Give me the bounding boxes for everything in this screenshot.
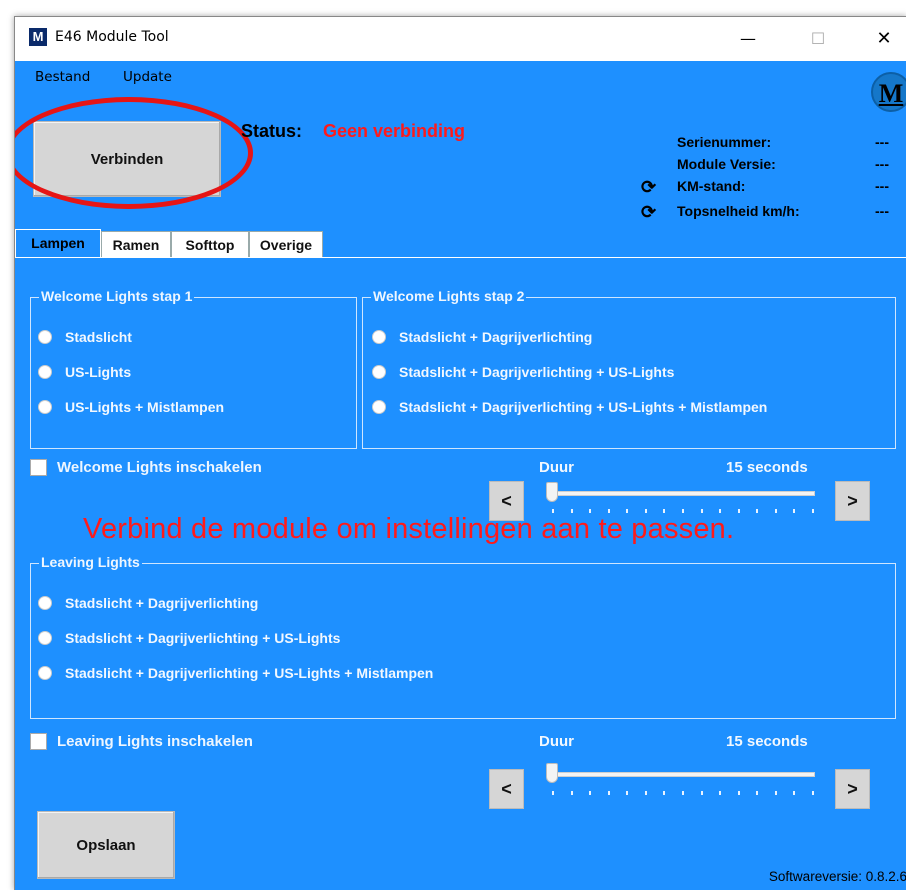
duration-label: Duur: [539, 733, 574, 750]
topspeed-value: ---: [875, 203, 889, 219]
tab-lampen[interactable]: Lampen: [15, 229, 101, 257]
duration-slider-track[interactable]: [549, 772, 815, 777]
module-version-label: Module Versie:: [677, 156, 776, 172]
logo: M: [871, 72, 906, 112]
menu-bestand[interactable]: Bestand: [35, 69, 90, 85]
radio-option[interactable]: US-Lights + Mistlampen: [38, 399, 224, 415]
status-label: Status:: [241, 121, 303, 141]
leaving-enable-checkbox[interactable]: Leaving Lights inschakelen: [30, 733, 253, 750]
radio-option[interactable]: Stadslicht + Dagrijverlichting: [372, 329, 592, 345]
duration-label: Duur: [539, 459, 574, 476]
duration-slider-thumb[interactable]: [546, 482, 558, 502]
duration-slider-track[interactable]: [549, 491, 815, 496]
radio-option[interactable]: Stadslicht + Dagrijverlichting + US-Ligh…: [372, 399, 767, 415]
welcome-step2-group: Welcome Lights stap 2 Stadslicht + Dagri…: [362, 288, 896, 449]
km-value: ---: [875, 178, 889, 194]
close-button[interactable]: ✕: [861, 17, 906, 61]
radio-option[interactable]: Stadslicht + Dagrijverlichting + US-Ligh…: [38, 665, 433, 681]
status-value: Geen verbinding: [323, 121, 466, 141]
leaving-lights-group: Leaving Lights Stadslicht + Dagrijverlic…: [30, 554, 896, 719]
radio-option[interactable]: Stadslicht + Dagrijverlichting + US-Ligh…: [38, 630, 340, 646]
menu-update[interactable]: Update: [123, 69, 172, 85]
duration-decrease-button[interactable]: <: [489, 769, 524, 809]
welcome-enable-checkbox[interactable]: Welcome Lights inschakelen: [30, 459, 262, 476]
save-button[interactable]: Opslaan: [37, 811, 175, 879]
radio-option[interactable]: Stadslicht + Dagrijverlichting: [38, 595, 258, 611]
radio-option[interactable]: Stadslicht + Dagrijverlichting + US-Ligh…: [372, 364, 674, 380]
software-version: Softwareversie: 0.8.2.6: [768, 869, 906, 884]
minimize-button[interactable]: —: [725, 17, 771, 61]
refresh-icon[interactable]: ⟳: [641, 178, 659, 196]
menu-bar: Bestand Update: [15, 61, 906, 87]
duration-value: 15 seconds: [726, 733, 808, 750]
title-bar: M E46 Module Tool — ☐ ✕: [15, 17, 906, 61]
maximize-button[interactable]: ☐: [795, 17, 841, 61]
window-title: E46 Module Tool: [55, 29, 169, 45]
radio-option[interactable]: Stadslicht: [38, 329, 132, 345]
duration-increase-button[interactable]: >: [835, 481, 870, 521]
duration-slider-thumb[interactable]: [546, 763, 558, 783]
group-title: Leaving Lights: [39, 554, 142, 570]
tab-overige[interactable]: Overige: [249, 231, 323, 257]
group-title: Welcome Lights stap 1: [39, 288, 195, 304]
km-label: KM-stand:: [677, 178, 746, 194]
highlight-annotation: [15, 97, 253, 209]
welcome-step1-group: Welcome Lights stap 1 Stadslicht US-Ligh…: [30, 288, 357, 449]
serial-label: Serienummer:: [677, 134, 772, 150]
radio-option[interactable]: US-Lights: [38, 364, 131, 380]
topspeed-label: Topsnelheid km/h:: [677, 203, 800, 219]
duration-value: 15 seconds: [726, 459, 808, 476]
connect-warning: Verbind de module om instellingen aan te…: [83, 513, 735, 545]
tab-ramen[interactable]: Ramen: [101, 231, 171, 257]
module-version-value: ---: [875, 156, 889, 172]
slider-ticks: [552, 791, 814, 795]
refresh-icon[interactable]: ⟳: [641, 203, 659, 221]
app-icon: M: [29, 28, 47, 46]
app-window: M E46 Module Tool — ☐ ✕ Bestand Update M…: [14, 16, 906, 890]
group-title: Welcome Lights stap 2: [371, 288, 527, 304]
serial-value: ---: [875, 134, 889, 150]
tab-softtop[interactable]: Softtop: [171, 231, 249, 257]
duration-increase-button[interactable]: >: [835, 769, 870, 809]
